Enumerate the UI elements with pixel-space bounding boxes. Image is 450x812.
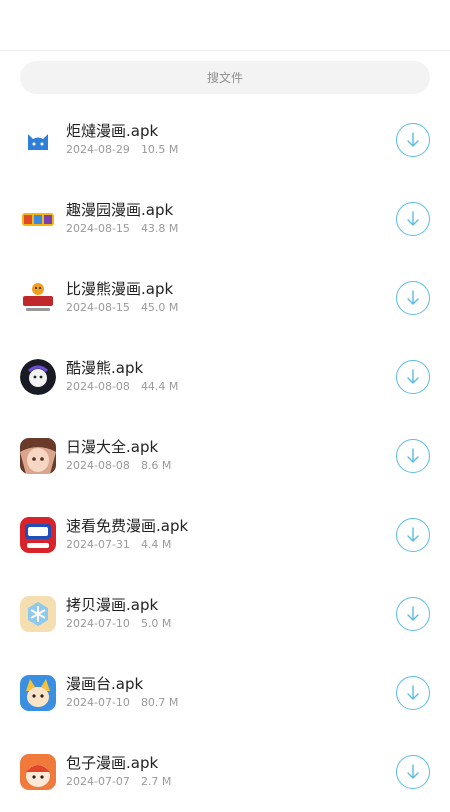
bimanxiong-logo-icon (20, 280, 56, 316)
file-name: 包子漫画.apk (66, 754, 159, 772)
arrow-down-icon (407, 448, 419, 463)
kaobei-snowflake-icon (20, 596, 56, 632)
file-date: 2024-08-15 (66, 222, 130, 235)
file-size: 80.7 M (140, 696, 179, 709)
file-name: 速看免费漫画.apk (66, 517, 189, 535)
file-date: 2024-07-10 (66, 617, 130, 630)
arrow-down-icon (407, 369, 419, 384)
file-meta: 2024-08-15 43.8 M (66, 222, 178, 235)
file-date: 2024-08-15 (66, 301, 130, 314)
arrow-down-icon (407, 606, 419, 621)
list-item[interactable]: 炬燵漫画.apk 2024-08-29 10.5 M (0, 101, 450, 180)
file-meta: 2024-08-15 45.0 M (66, 301, 178, 314)
file-name: 日漫大全.apk (66, 438, 159, 456)
list-item[interactable]: 包子漫画.apk 2024-07-07 2.7 M (0, 733, 450, 812)
arrow-down-icon (407, 764, 419, 779)
file-size: 44.4 M (140, 380, 179, 393)
list-item[interactable]: 漫画台.apk 2024-07-10 80.7 M (0, 654, 450, 733)
file-size: 45.0 M (140, 301, 179, 314)
manhuatai-character-icon (20, 675, 56, 711)
file-meta: 2024-08-29 10.5 M (66, 143, 178, 156)
file-date: 2024-07-10 (66, 696, 130, 709)
download-button[interactable] (396, 597, 430, 631)
arrow-down-icon (407, 132, 419, 147)
file-list: 炬燵漫画.apk 2024-08-29 10.5 M 趣漫园漫画.apk 2024… (0, 101, 450, 812)
download-button[interactable] (396, 360, 430, 394)
download-button[interactable] (396, 123, 430, 157)
file-name: 酷漫熊.apk (66, 359, 144, 377)
list-item[interactable]: 酷漫熊.apk 2024-08-08 44.4 M (0, 338, 450, 417)
file-date: 2024-08-08 (66, 380, 130, 393)
file-size: 4.4 M (140, 538, 172, 551)
list-item[interactable]: 日漫大全.apk 2024-08-08 8.6 M (0, 417, 450, 496)
file-date: 2024-07-07 (66, 775, 130, 788)
download-button[interactable] (396, 676, 430, 710)
sukan-manhua-icon (20, 517, 56, 553)
download-button[interactable] (396, 518, 430, 552)
list-item[interactable]: 比漫熊漫画.apk 2024-08-15 45.0 M (0, 259, 450, 338)
file-meta: 2024-07-10 5.0 M (66, 617, 171, 630)
file-size: 5.0 M (140, 617, 172, 630)
list-item[interactable]: 趣漫园漫画.apk 2024-08-15 43.8 M (0, 180, 450, 259)
download-button[interactable] (396, 202, 430, 236)
file-meta: 2024-07-10 80.7 M (66, 696, 178, 709)
arrow-down-icon (407, 685, 419, 700)
top-bar (0, 0, 450, 51)
file-size: 2.7 M (140, 775, 172, 788)
qumanyuan-logo-icon (20, 201, 56, 237)
file-meta: 2024-07-07 2.7 M (66, 775, 171, 788)
download-button[interactable] (396, 439, 430, 473)
anime-girl-icon (20, 438, 56, 474)
list-item[interactable]: 拷贝漫画.apk 2024-07-10 5.0 M (0, 575, 450, 654)
file-date: 2024-07-31 (66, 538, 130, 551)
kumanxiong-avatar-icon (20, 359, 56, 395)
file-name: 拷贝漫画.apk (66, 596, 159, 614)
download-button[interactable] (396, 281, 430, 315)
search-input[interactable]: 搜文件 (20, 61, 430, 94)
file-size: 43.8 M (140, 222, 179, 235)
file-name: 比漫熊漫画.apk (66, 280, 174, 298)
arrow-down-icon (407, 527, 419, 542)
file-date: 2024-08-08 (66, 459, 130, 472)
list-item[interactable]: 速看免费漫画.apk 2024-07-31 4.4 M (0, 496, 450, 575)
arrow-down-icon (407, 290, 419, 305)
file-meta: 2024-08-08 44.4 M (66, 380, 178, 393)
file-size: 10.5 M (140, 143, 179, 156)
file-size: 8.6 M (140, 459, 172, 472)
file-name: 炬燵漫画.apk (66, 122, 159, 140)
file-name: 漫画台.apk (66, 675, 144, 693)
file-meta: 2024-08-08 8.6 M (66, 459, 171, 472)
baozi-character-icon (20, 754, 56, 790)
blue-cat-icon (20, 122, 56, 158)
file-name: 趣漫园漫画.apk (66, 201, 174, 219)
arrow-down-icon (407, 211, 419, 226)
download-button[interactable] (396, 755, 430, 789)
file-meta: 2024-07-31 4.4 M (66, 538, 171, 551)
search-placeholder: 搜文件 (206, 71, 243, 85)
file-date: 2024-08-29 (66, 143, 130, 156)
